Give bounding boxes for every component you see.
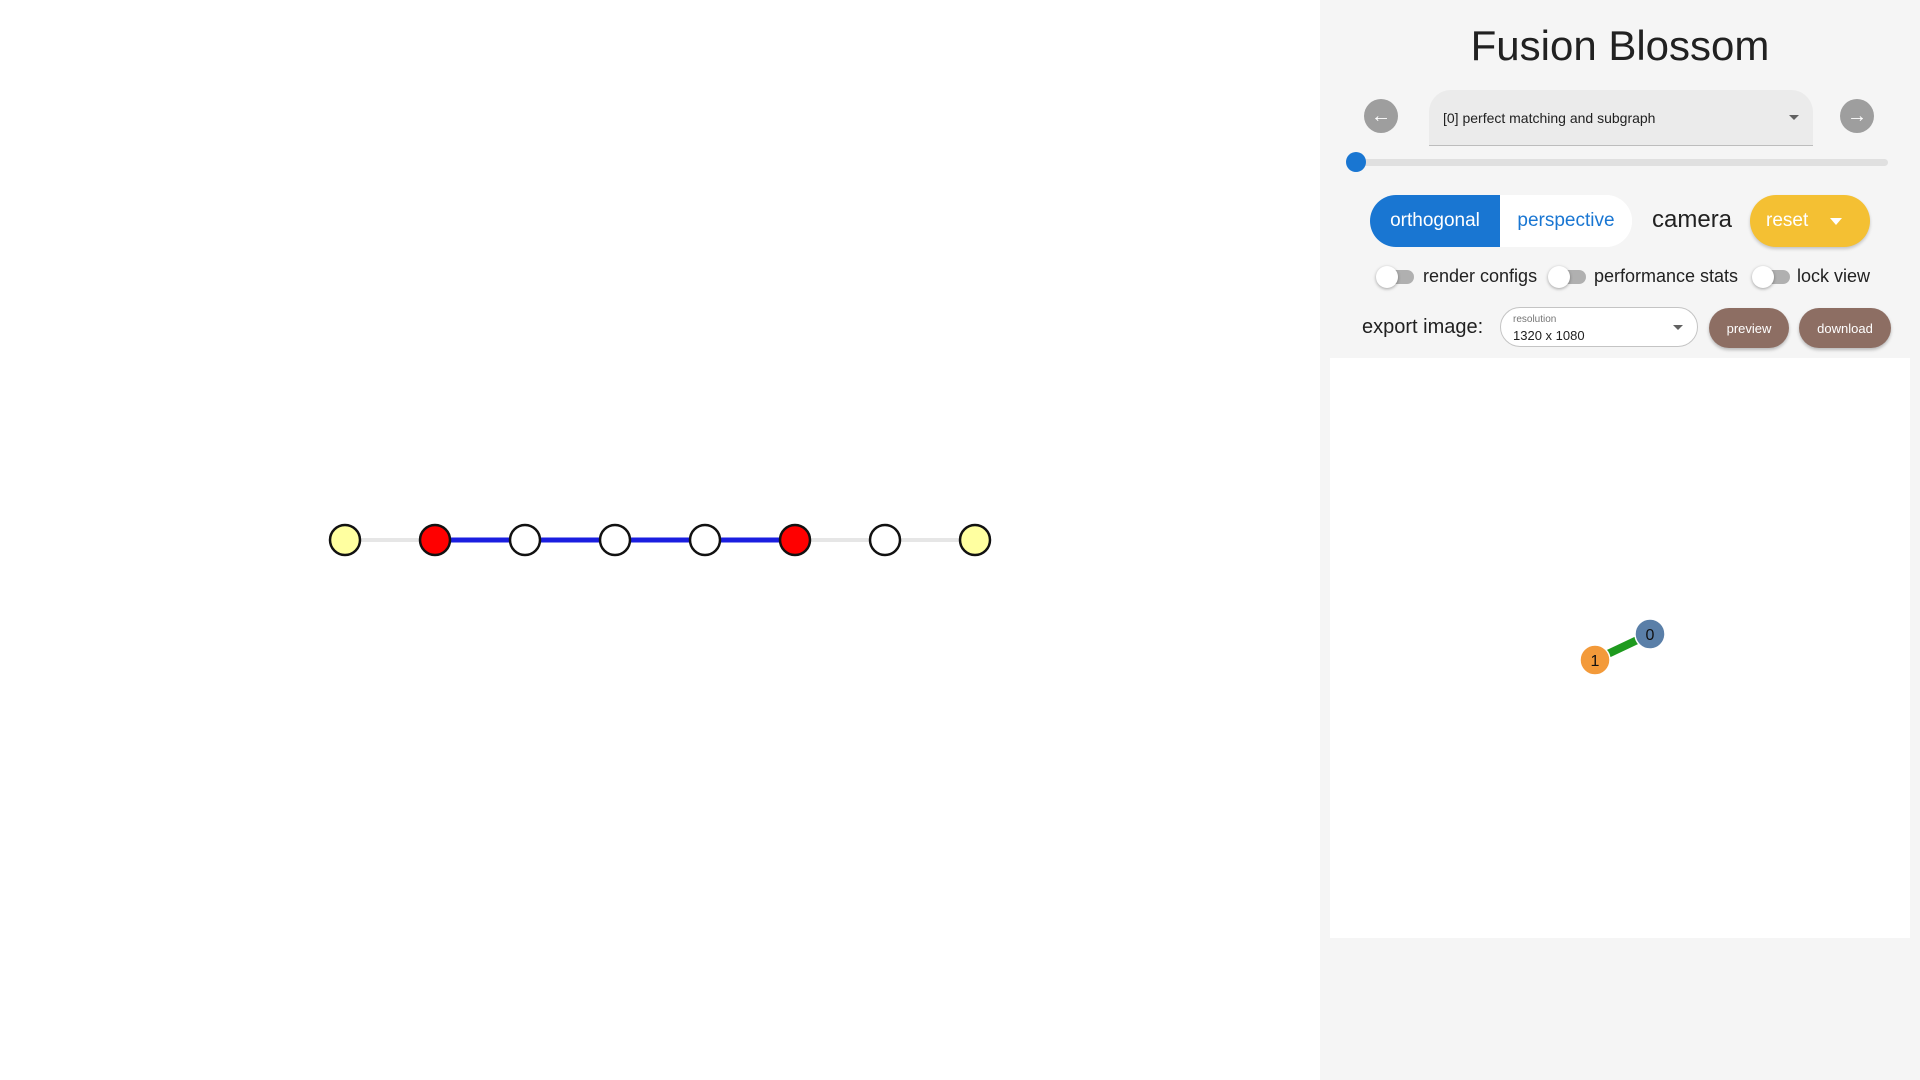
- tree-node-label: 0: [1646, 627, 1655, 644]
- arrow-left-icon: ←: [1371, 104, 1391, 127]
- graph-vertex-2[interactable]: [508, 523, 542, 557]
- graph-vertex-0[interactable]: [328, 523, 362, 557]
- switch-knob: [1752, 266, 1774, 288]
- performance-stats-switch[interactable]: [1548, 266, 1586, 288]
- snapshot-select-value: [0] perfect matching and subgraph: [1443, 109, 1656, 126]
- snapshot-select[interactable]: [0] perfect matching and subgraph: [1429, 90, 1813, 146]
- render-configs-switch[interactable]: [1376, 266, 1414, 288]
- app-title: Fusion Blossom: [1470, 22, 1770, 69]
- switch-knob: [1376, 266, 1398, 288]
- tree-node-label: 1: [1591, 653, 1600, 670]
- graph-vertex-3[interactable]: [598, 523, 632, 557]
- performance-stats-label: performance stats: [1594, 266, 1739, 286]
- chevron-down-icon: [1789, 115, 1799, 120]
- resolution-caption: resolution: [1513, 314, 1557, 325]
- graph-vertex-1[interactable]: [418, 523, 452, 557]
- next-snapshot-button[interactable]: →: [1840, 99, 1874, 133]
- reset-label: reset: [1766, 210, 1809, 231]
- graph-vertex-4[interactable]: [688, 523, 722, 557]
- download-button[interactable]: download: [1799, 308, 1891, 348]
- perspective-button[interactable]: perspective: [1500, 195, 1632, 247]
- switch-knob: [1548, 266, 1570, 288]
- control-panel: Fusion Blossom ← [0] perfect matching an…: [1320, 0, 1920, 1080]
- graph-vertex-5[interactable]: [778, 523, 812, 557]
- render-configs-label: render configs: [1423, 266, 1538, 286]
- camera-reset-button[interactable]: reset: [1750, 195, 1870, 247]
- graph-vertex-6[interactable]: [868, 523, 902, 557]
- resolution-select[interactable]: resolution 1320 x 1080: [1500, 307, 1698, 347]
- snapshot-slider-thumb[interactable]: [1346, 152, 1366, 172]
- chevron-down-icon[interactable]: [1830, 217, 1843, 225]
- preview-button[interactable]: preview: [1709, 308, 1789, 348]
- chevron-down-icon: [1673, 325, 1683, 330]
- arrow-right-icon: →: [1847, 104, 1867, 127]
- blossom-tree-view[interactable]: 01: [1330, 358, 1910, 938]
- camera-label: camera: [1652, 206, 1733, 233]
- snapshot-slider-track[interactable]: [1355, 159, 1888, 166]
- export-image-label: export image:: [1362, 316, 1484, 338]
- lock-view-switch[interactable]: [1752, 266, 1790, 288]
- blossom-tree-graph: 01: [1579, 618, 1666, 676]
- graph-vertex-7[interactable]: [958, 523, 992, 557]
- camera-mode-toggle: orthogonal perspective: [1370, 195, 1632, 247]
- decoding-graph: [328, 523, 992, 557]
- visualization-canvas[interactable]: [0, 0, 1320, 1080]
- lock-view-label: lock view: [1797, 266, 1871, 286]
- orthogonal-button[interactable]: orthogonal: [1370, 195, 1500, 247]
- resolution-value: 1320 x 1080: [1513, 328, 1585, 343]
- previous-snapshot-button[interactable]: ←: [1364, 99, 1398, 133]
